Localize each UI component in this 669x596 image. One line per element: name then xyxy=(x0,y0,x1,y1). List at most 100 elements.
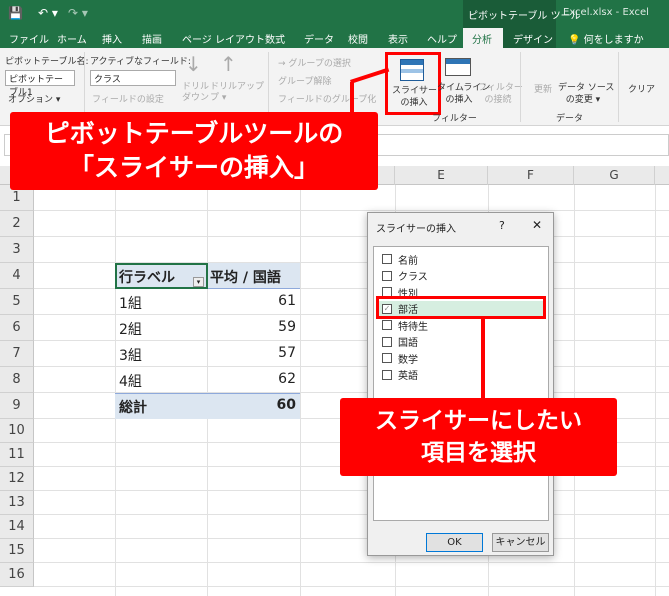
field-checkbox-item[interactable]: 国語 xyxy=(382,334,418,350)
insert-slicer-button[interactable]: スライサー の挿入 xyxy=(385,52,441,115)
tab-design[interactable]: デザイン xyxy=(513,31,553,46)
column-header-f[interactable]: F xyxy=(488,166,574,185)
ok-button[interactable]: OK xyxy=(426,533,483,552)
ungroup-button[interactable]: グループ解除 xyxy=(278,74,331,87)
field-label: 国語 xyxy=(398,338,418,349)
field-checkbox-item[interactable]: 数学 xyxy=(382,350,418,366)
pivot-value-header: 平均 / 国語 xyxy=(210,270,281,286)
tab-view[interactable]: 表示 xyxy=(388,31,408,46)
field-label: 名前 xyxy=(398,255,418,267)
callout-line: 「スライサーの挿入」 xyxy=(68,153,319,182)
tab-review[interactable]: 校閲 xyxy=(348,31,368,46)
redo-icon[interactable]: ↷ ▾ xyxy=(68,6,88,20)
field-checkbox-item[interactable]: クラス xyxy=(382,268,428,284)
pivot-row-value: 57 xyxy=(278,345,296,361)
checkbox[interactable] xyxy=(382,353,392,363)
field-label: 数学 xyxy=(398,354,418,366)
field-label: クラス xyxy=(398,272,428,283)
pivot-row-value: 59 xyxy=(278,319,296,335)
change-source-button[interactable]: データ ソース の変更 ▾ xyxy=(558,82,614,106)
field-settings-button[interactable]: フィールドの設定 xyxy=(92,92,164,105)
pivot-row-label: 2組 xyxy=(119,322,142,338)
row-header[interactable]: 12 xyxy=(0,467,34,491)
row-header[interactable]: 10 xyxy=(0,419,34,443)
pivot-name-input[interactable]: ピボットテーブル1 xyxy=(5,70,75,98)
slicer-icon xyxy=(400,59,424,81)
dialog-title: スライサーの挿入 xyxy=(376,224,456,235)
data-group-label: データ xyxy=(556,114,584,124)
tab-formulas[interactable]: 数式 xyxy=(265,31,285,46)
insert-slicer-dialog: スライサーの挿入 ? ✕ 名前 クラス 性別 ✓ 部活 特待生 国語 数学 英語 OK キャンセ… xyxy=(367,212,554,556)
drill-down-button[interactable]: ドリル ダウン xyxy=(182,82,209,104)
cancel-button[interactable]: キャンセル xyxy=(492,533,549,552)
column-header-e[interactable]: E xyxy=(395,166,488,185)
row-header[interactable]: 4 xyxy=(0,263,34,289)
callout-connector-bottom xyxy=(481,319,485,399)
field-checkbox-item[interactable]: 名前 xyxy=(382,251,418,267)
checkbox[interactable] xyxy=(382,270,392,281)
row-header[interactable]: 15 xyxy=(0,539,34,563)
row-header[interactable]: 5 xyxy=(0,289,34,315)
filter-group-label: フィルター xyxy=(432,114,477,124)
tab-data[interactable]: データ xyxy=(304,31,334,46)
title-bar: 💾 ↶ ▾ ↷ ▾ ピボットテーブル ツール Excel.xlsx - Exce… xyxy=(0,0,669,28)
callout-line: ピボットテーブルツールの xyxy=(44,119,344,148)
help-button[interactable]: ? xyxy=(499,219,505,232)
group-field-button[interactable]: フィールドのグループ化 xyxy=(278,92,376,105)
drill-down-icon: ↓ xyxy=(185,52,202,76)
drill-up-icon: ↑ xyxy=(220,52,237,76)
save-icon[interactable]: 💾 xyxy=(8,6,23,20)
row-header[interactable]: 11 xyxy=(0,443,34,467)
checkbox[interactable] xyxy=(382,254,392,264)
row-header[interactable]: 14 xyxy=(0,515,34,539)
insert-timeline-button[interactable]: タイムライン の挿入 xyxy=(437,82,490,106)
options-button[interactable]: オプション ▾ xyxy=(8,92,60,105)
selected-field-highlight xyxy=(376,296,546,319)
tab-page-layout[interactable]: ページ レイアウト xyxy=(182,31,265,46)
tab-draw[interactable]: 描画 xyxy=(142,31,162,46)
tab-insert[interactable]: 挿入 xyxy=(102,31,122,46)
row-header[interactable]: 7 xyxy=(0,341,34,367)
insert-slicer-label: スライサー の挿入 xyxy=(392,86,438,108)
tab-home[interactable]: ホーム xyxy=(57,31,87,46)
pivot-row-label: 3組 xyxy=(119,348,142,364)
row-header[interactable]: 9 xyxy=(0,393,34,419)
tab-file[interactable]: ファイル xyxy=(9,31,49,46)
callout-line: 項目を選択 xyxy=(421,440,536,466)
gridline xyxy=(574,185,575,596)
column-header-g[interactable]: G xyxy=(574,166,655,185)
filter-dropdown-icon[interactable]: ▾ xyxy=(193,277,204,287)
undo-icon[interactable]: ↶ ▾ xyxy=(38,6,58,20)
row-header[interactable]: 3 xyxy=(0,237,34,263)
group-selection-button[interactable]: → グループの選択 xyxy=(278,56,351,69)
pivot-row-label: 4組 xyxy=(119,374,142,390)
field-list: 名前 クラス 性別 ✓ 部活 特待生 国語 数学 英語 xyxy=(373,246,549,521)
pivot-row-labels-header: 行ラベル xyxy=(119,270,175,286)
checkbox[interactable] xyxy=(382,336,392,347)
checkbox[interactable] xyxy=(382,369,392,380)
field-checkbox-item[interactable]: 英語 xyxy=(382,367,418,383)
close-button[interactable]: ✕ xyxy=(532,218,542,232)
field-checkbox-item[interactable]: 特待生 xyxy=(382,317,428,333)
row-header[interactable]: 13 xyxy=(0,491,34,515)
drill-up-button[interactable]: ドリルアッププ ▾ xyxy=(210,82,264,104)
tab-analyze[interactable]: 分析 xyxy=(472,31,492,46)
row-header[interactable]: 16 xyxy=(0,563,34,587)
field-label: 特待生 xyxy=(398,321,428,333)
row-header[interactable]: 6 xyxy=(0,315,34,341)
refresh-button[interactable]: 更新 xyxy=(534,82,552,95)
callout-select-field: スライサーにしたい 項目を選択 xyxy=(340,398,617,476)
clear-button[interactable]: クリア xyxy=(628,82,655,95)
row-header[interactable]: 2 xyxy=(0,211,34,237)
ribbon-tabs: ファイル ホーム 挿入 描画 ページ レイアウト 数式 データ 校閲 表示 ヘル… xyxy=(0,28,669,48)
tell-me-search[interactable]: 💡 何をしますか xyxy=(568,31,644,46)
row-header[interactable]: 8 xyxy=(0,367,34,393)
gridline xyxy=(115,185,116,596)
tab-help[interactable]: ヘルプ xyxy=(427,31,457,46)
active-field-label: アクティブなフィールド: xyxy=(90,57,191,67)
checkbox[interactable] xyxy=(382,320,392,330)
callout-connector-top xyxy=(350,82,354,114)
active-field-input[interactable]: クラス xyxy=(90,70,176,86)
callout-insert-slicer: ピボットテーブルツールの 「スライサーの挿入」 xyxy=(10,112,378,190)
filter-connections-button[interactable]: フィルター の接続 xyxy=(478,82,523,106)
